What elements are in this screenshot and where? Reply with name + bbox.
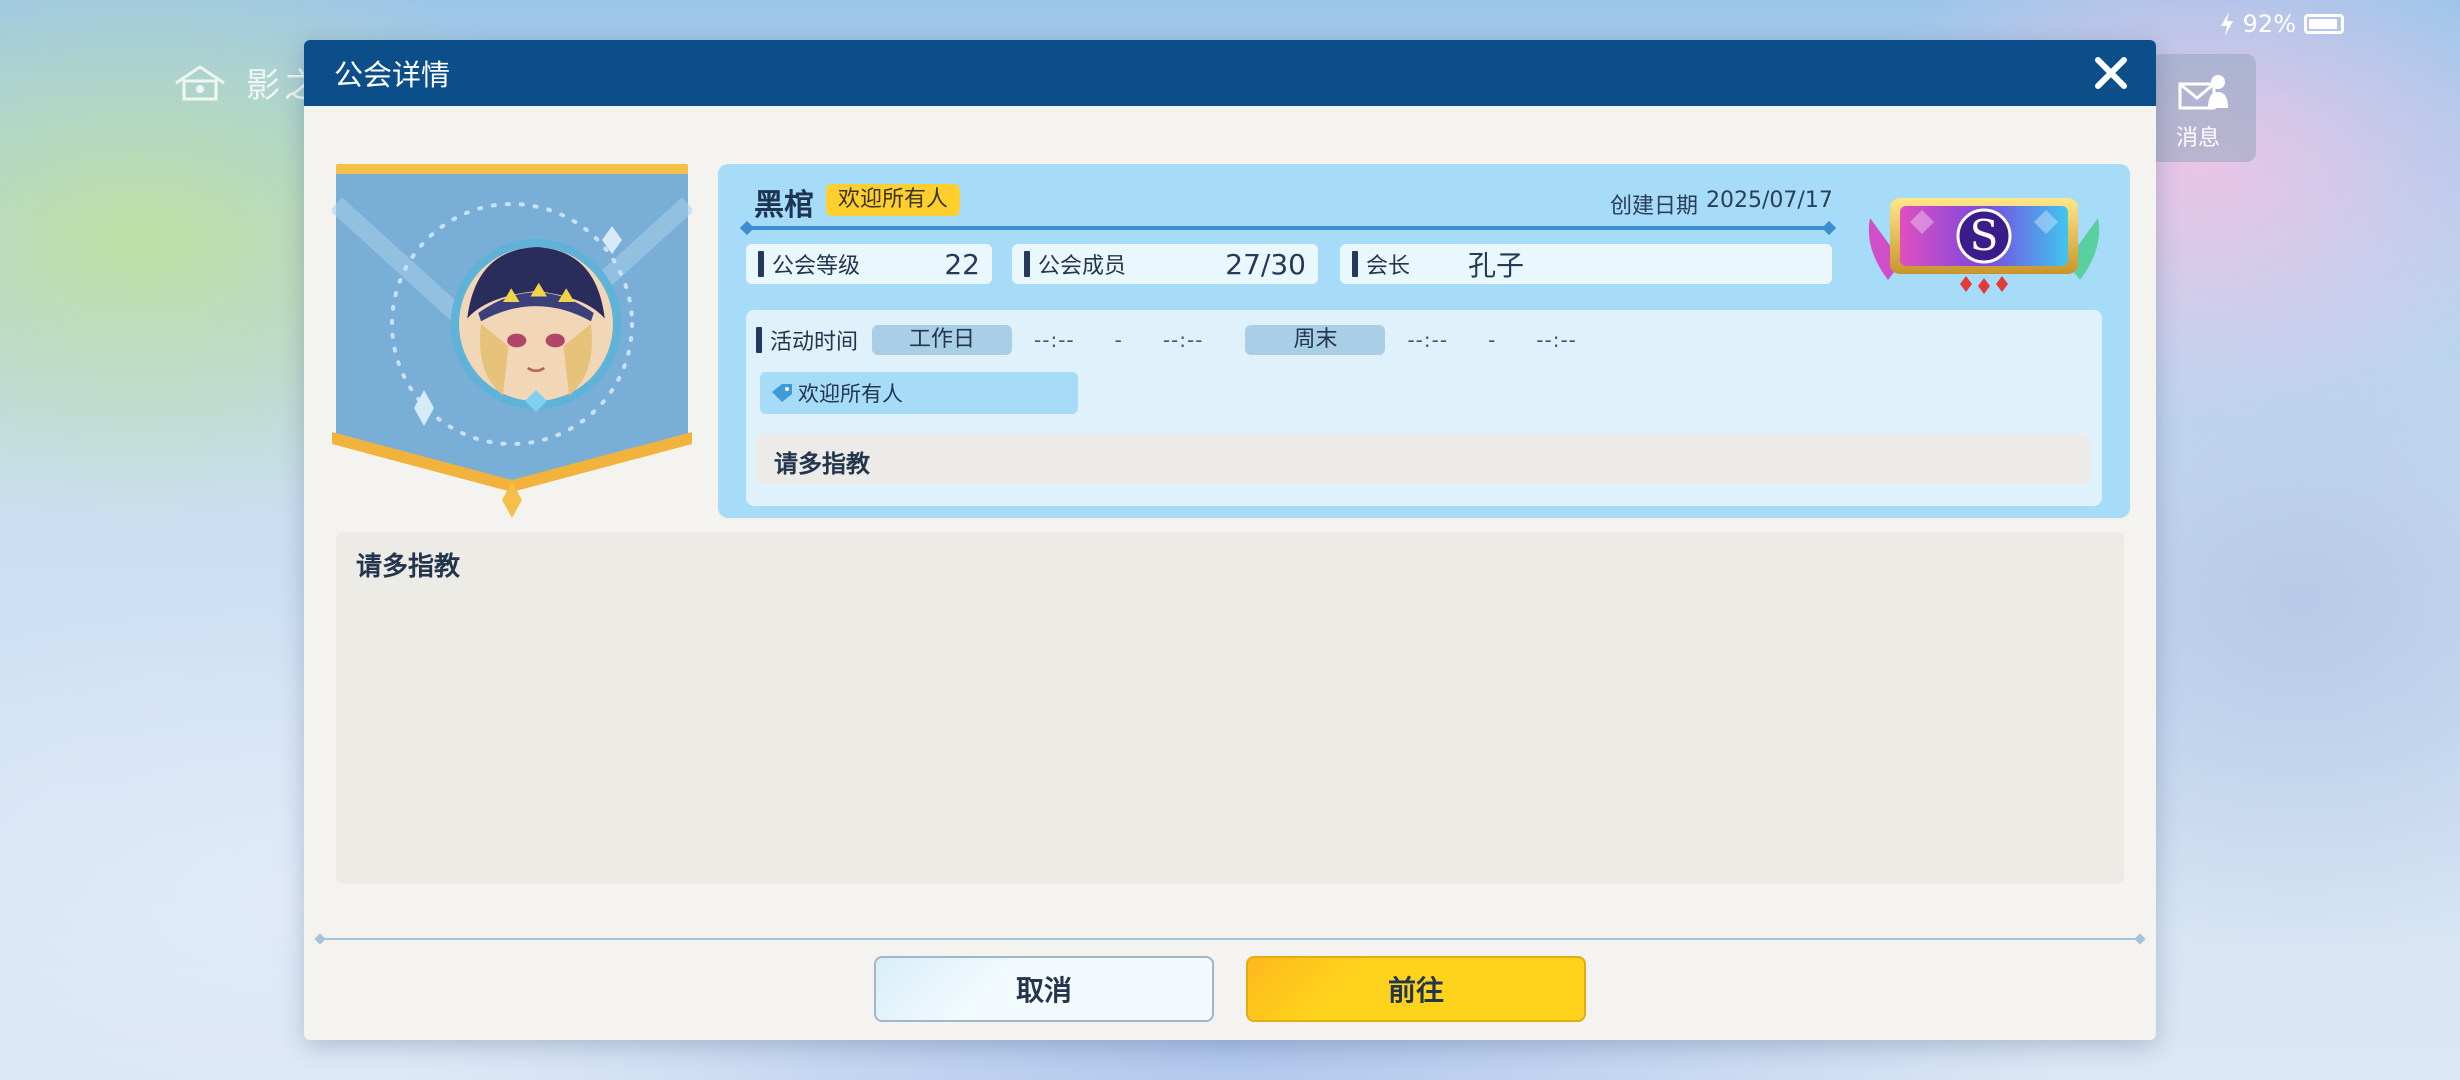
rank-letter: S: [1970, 211, 1999, 260]
activity-time-row: 活动时间 工作日 --:-- - --:-- 周末 --:-- - --:--: [756, 324, 1577, 356]
short-description: 请多指教: [756, 434, 2090, 484]
guild-name: 黑棺: [754, 188, 814, 223]
messages-button[interactable]: 消息: [2140, 54, 2256, 162]
guild-avatar: [450, 238, 622, 412]
messages-label: 消息: [2175, 126, 2220, 151]
go-button[interactable]: 前往: [1246, 956, 1586, 1022]
status-bar: 92%: [2219, 10, 2344, 38]
weekend-sep: -: [1488, 328, 1497, 352]
guild-members-stat: 公会成员 27/30: [1012, 244, 1318, 284]
weekday-sep: -: [1114, 328, 1123, 352]
battery-percent: 92%: [2242, 10, 2296, 38]
weekend-end: --:--: [1536, 328, 1577, 352]
guild-detail-dialog: 公会详情 黑棺 欢迎所有人 创建日期 2025/07/17 公会等级 22 公会…: [304, 40, 2156, 1040]
charging-icon: [2220, 12, 2233, 36]
cancel-button[interactable]: 取消: [874, 956, 1214, 1022]
close-icon[interactable]: [2088, 50, 2134, 96]
leader-label: 会长: [1366, 254, 1411, 279]
guild-level-stat: 公会等级 22: [746, 244, 992, 284]
guild-tag-label: 欢迎所有人: [798, 382, 903, 406]
name-divider: [746, 226, 1830, 230]
created-date: 创建日期 2025/07/17: [1610, 188, 1833, 220]
background-home-hud: 影之: [172, 58, 322, 107]
dialog-header: 公会详情: [304, 40, 2156, 106]
leader-value: 孔子: [1468, 249, 1525, 282]
tag-icon: [772, 384, 792, 402]
house-icon: [175, 64, 225, 100]
weekday-chip: 工作日: [872, 325, 1013, 355]
guild-description: 请多指教: [336, 532, 2124, 884]
guild-name-tag: 欢迎所有人: [826, 184, 961, 216]
battery-icon: [2304, 14, 2344, 34]
members-value: 27/30: [1225, 247, 1306, 281]
weekday-end: --:--: [1162, 328, 1204, 352]
weekend-chip: 周末: [1245, 325, 1386, 355]
activity-box: 活动时间 工作日 --:-- - --:-- 周末 --:-- - --:-- …: [746, 310, 2102, 506]
created-value: 2025/07/17: [1706, 188, 1833, 213]
mail-user-icon: [2178, 75, 2228, 110]
level-label: 公会等级: [772, 254, 861, 279]
guild-tag-chip: 欢迎所有人: [760, 372, 1078, 414]
level-value: 22: [944, 247, 980, 281]
created-label: 创建日期: [1610, 194, 1699, 219]
dialog-title: 公会详情: [334, 58, 451, 92]
guild-info-panel: 黑棺 欢迎所有人 创建日期 2025/07/17 公会等级 22 公会成员 27…: [718, 164, 2130, 518]
activity-label: 活动时间: [770, 330, 859, 355]
weekday-start: --:--: [1034, 328, 1075, 352]
footer-divider: [320, 938, 2140, 940]
members-label: 公会成员: [1038, 254, 1127, 279]
guild-rank-badge: S: [1868, 198, 2100, 294]
weekend-start: --:--: [1407, 328, 1449, 352]
guild-leader-stat: 会长 孔子: [1340, 244, 1832, 284]
